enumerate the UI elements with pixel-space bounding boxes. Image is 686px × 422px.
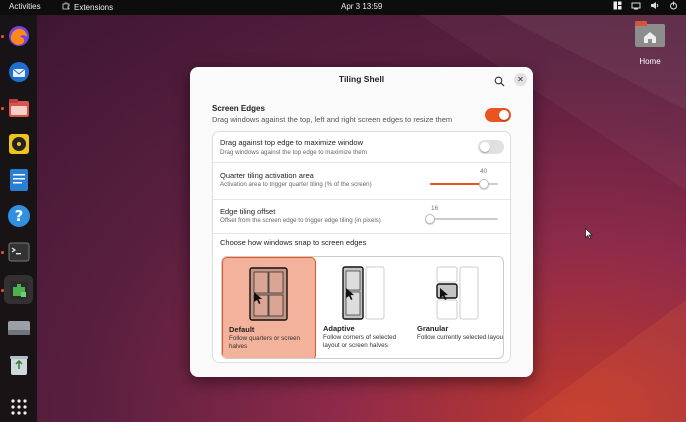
tiling-shell-dialog: Tiling Shell ✕ Screen Edges Drag windows… [190,67,533,377]
option-granular[interactable]: Granular Follow currently selected layou… [411,257,504,358]
option-default-desc: Follow quarters or screen halves [229,335,301,350]
dock-thunderbird[interactable] [4,57,33,86]
dock-writer[interactable] [4,165,33,194]
quarter-value: 40 [480,168,488,175]
network-icon[interactable] [631,1,641,12]
section-subtitle: Drag windows against the top, left and r… [212,115,453,124]
app-grid-icon [10,398,27,415]
dialog-header: Tiling Shell ✕ [190,67,533,91]
mouse-pointer-icon [585,228,593,240]
edge-offset-row: Edge tiling offset Offset from the scree… [213,200,512,234]
puzzle-icon [62,2,70,12]
quarter-row: Quarter tiling activation area Activatio… [213,163,512,200]
granular-layout-icon [436,266,479,320]
quarter-title: Quarter tiling activation area [220,171,314,180]
maximize-toggle[interactable] [478,140,504,154]
maximize-row: Drag against top edge to maximize window… [213,132,512,163]
maximize-subtitle: Drag windows against the top edge to max… [220,149,367,156]
close-icon: ✕ [517,75,524,84]
trash-icon [9,355,28,375]
dialog-title: Tiling Shell [338,74,385,84]
rhythmbox-icon [8,133,29,154]
top-bar: Activities Extensions Apr 3 13:59 [0,0,686,15]
disk-icon [7,320,30,335]
extensions-app-icon [9,280,28,299]
dock-extension-manager[interactable] [4,275,33,304]
search-icon [494,76,505,87]
edge-offset-value: 16 [431,205,439,212]
screen-edges-toggle[interactable] [485,108,511,122]
dock-rhythmbox[interactable] [4,129,33,158]
extensions-label: Extensions [74,2,114,12]
activities-button[interactable]: Activities [9,2,41,11]
extensions-app-menu[interactable]: Extensions [62,2,113,12]
home-label: Home [639,57,661,66]
maximize-title: Drag against top edge to maximize window [220,138,363,147]
close-button[interactable]: ✕ [514,73,527,86]
show-apps-button[interactable] [4,392,33,421]
dock: ? [0,15,37,422]
quarter-subtitle: Activation area to trigger quarter tilin… [220,181,372,188]
help-icon: ? [7,204,30,227]
edge-offset-slider-handle[interactable] [425,214,435,224]
dock-firefox[interactable] [4,21,33,50]
search-button[interactable] [494,74,505,87]
volume-icon[interactable] [650,1,660,12]
snap-choice-label: Choose how windows snap to screen edges [220,238,367,247]
option-default[interactable]: Default Follow quarters or screen halves [222,257,316,358]
option-adaptive-name: Adaptive [323,324,355,333]
power-icon[interactable] [669,1,678,12]
default-layout-icon [249,267,288,321]
dock-terminal[interactable] [4,237,33,266]
dock-trash[interactable] [4,350,33,379]
dock-disk[interactable] [4,313,33,342]
snap-options: Default Follow quarters or screen halves… [221,256,504,359]
quarter-slider-handle[interactable] [479,179,490,189]
adaptive-layout-icon [342,266,385,320]
system-tray[interactable] [613,1,678,12]
desktop-home[interactable]: Home [633,20,667,66]
clock[interactable]: Apr 3 13:59 [341,2,382,11]
edge-offset-subtitle: Offset from the screen edge to trigger e… [220,217,381,224]
home-folder-icon [635,21,665,47]
svg-text:?: ? [14,207,23,225]
option-granular-desc: Follow currently selected layout [417,334,504,341]
option-granular-name: Granular [417,324,449,333]
files-icon [8,98,29,117]
dock-help[interactable]: ? [4,201,33,230]
quarter-slider-fill [430,183,485,185]
settings-card: Drag against top edge to maximize window… [212,131,512,363]
thunderbird-icon [8,61,29,82]
option-adaptive-desc: Follow corners of selected layout or scr… [323,334,397,349]
edge-offset-slider-track[interactable] [430,218,498,220]
tiling-layout-icon[interactable] [613,1,622,12]
edge-offset-title: Edge tiling offset [220,207,276,216]
option-adaptive[interactable]: Adaptive Follow corners of selected layo… [317,257,411,358]
option-default-name: Default [229,325,255,334]
section-title: Screen Edges [212,104,265,113]
terminal-icon [8,242,29,261]
dock-files[interactable] [4,93,33,122]
writer-icon [9,168,28,191]
firefox-icon [8,25,29,46]
